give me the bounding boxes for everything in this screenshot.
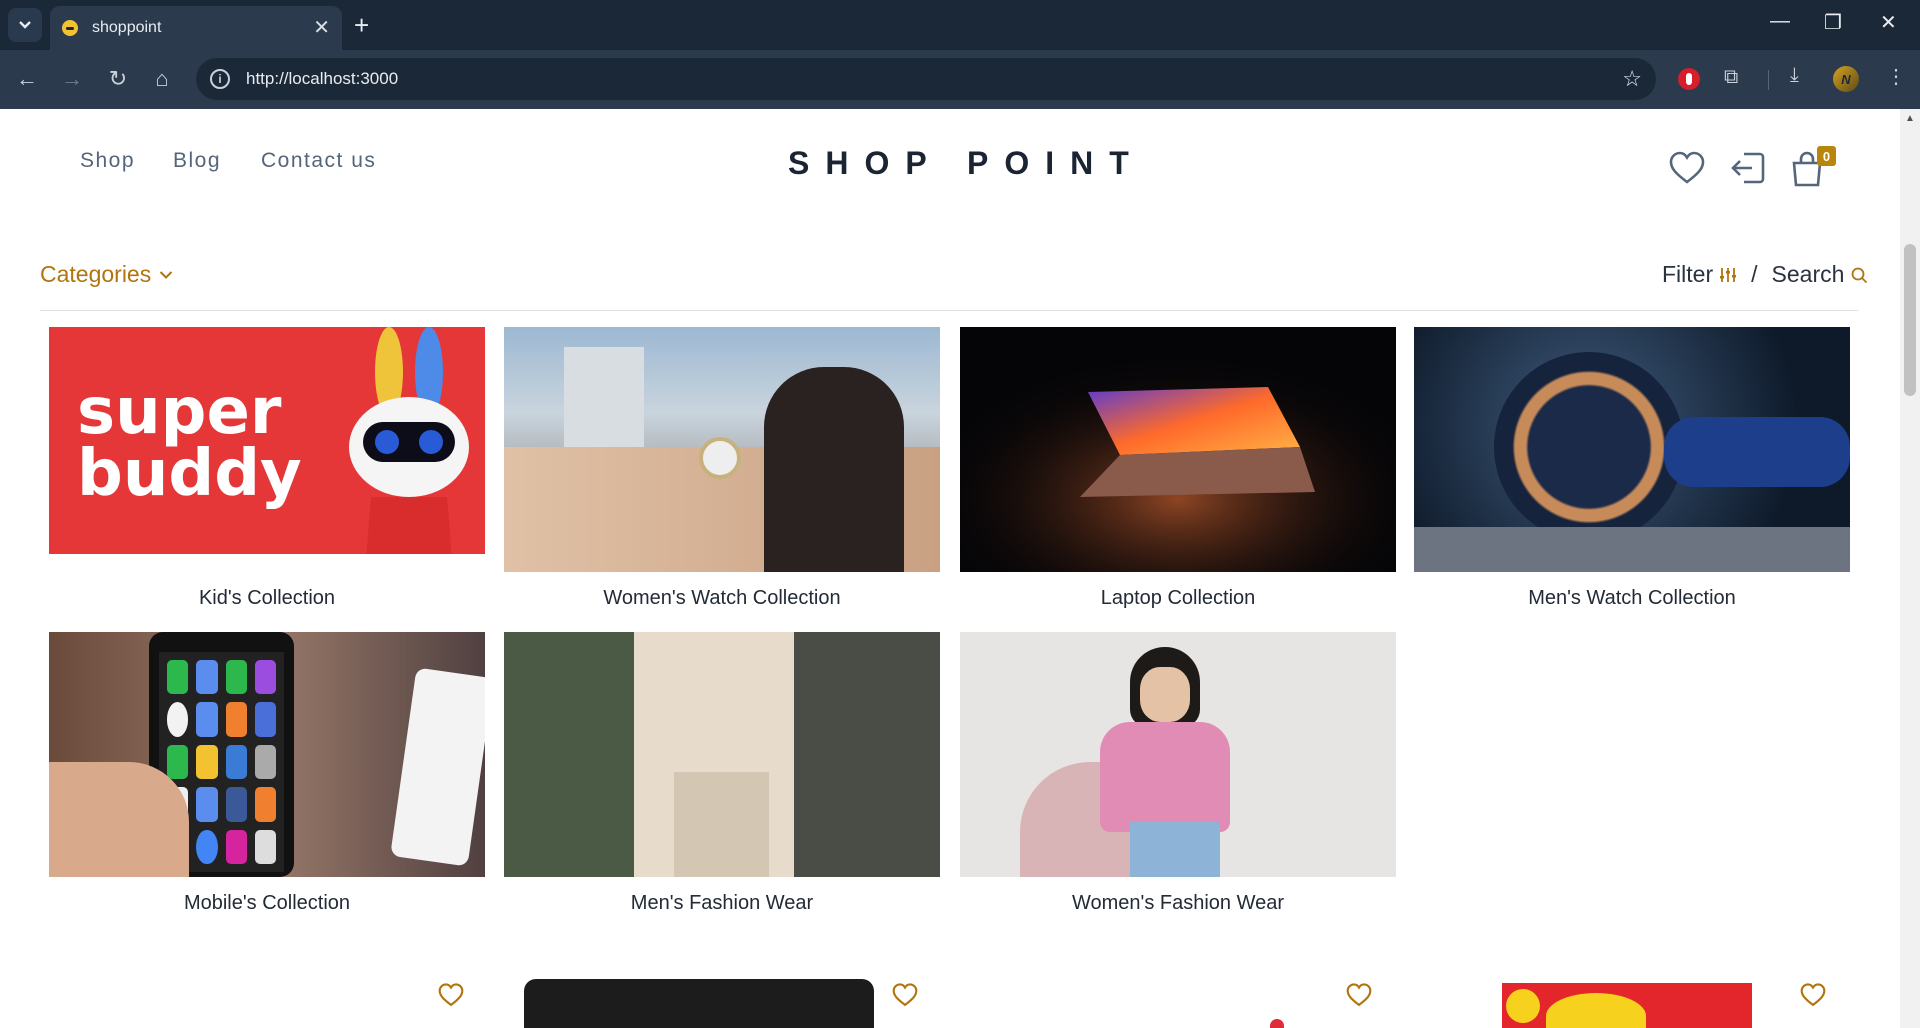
product-image-box[interactable] [1502, 983, 1752, 1028]
wishlist-heart-icon[interactable] [892, 983, 918, 1007]
login-icon[interactable] [1730, 151, 1766, 185]
collection-title[interactable]: Mobile's Collection [49, 892, 485, 915]
face-shape [1140, 667, 1190, 722]
wishlist-heart-icon[interactable] [438, 983, 464, 1007]
scroll-up-icon[interactable]: ▲ [1905, 113, 1915, 124]
collection-image-womens-watch[interactable] [504, 327, 940, 572]
collection-title[interactable]: Laptop Collection [960, 587, 1396, 610]
cart-count-badge: 0 [1817, 146, 1836, 166]
collection-image-womens-fashion[interactable] [960, 632, 1396, 877]
page-scrollbar[interactable]: ▲ [1900, 109, 1920, 1028]
filter-search-bar: Filter / Search [1662, 261, 1868, 288]
right-jacket-shape [794, 632, 940, 877]
wishlist-heart-icon[interactable] [1669, 151, 1705, 185]
product-image-tablet[interactable] [524, 979, 874, 1028]
section-divider [40, 310, 1858, 311]
collection-card-womens-fashion[interactable]: Women's Fashion Wear [960, 632, 1396, 915]
collection-card-kids[interactable]: super buddy Kid's Collection [49, 327, 485, 610]
skirt-shape [1130, 822, 1220, 877]
search-label[interactable]: Search [1772, 261, 1845, 288]
hand-shape [49, 762, 189, 877]
address-bar[interactable]: i http://localhost:3000 ☆ [196, 58, 1656, 100]
extensions-puzzle-icon[interactable]: ⧉ [1724, 66, 1738, 89]
collection-title[interactable]: Women's Watch Collection [504, 587, 940, 610]
collection-title[interactable]: Men's Watch Collection [1414, 587, 1850, 610]
collection-card-mens-watch[interactable]: Men's Watch Collection [1414, 327, 1850, 610]
pants-shape [674, 772, 769, 877]
filter-sliders-icon[interactable] [1719, 266, 1737, 284]
collection-card-mens-fashion[interactable]: Men's Fashion Wear [504, 632, 940, 915]
browser-tab[interactable]: shoppoint ✕ [50, 6, 342, 50]
product-image-partial[interactable] [1270, 1019, 1284, 1028]
site-logo[interactable]: SHOP POINT [788, 145, 1145, 182]
left-jacket-shape [504, 632, 654, 877]
url-text[interactable]: http://localhost:3000 [246, 69, 1622, 89]
favicon-icon [62, 20, 78, 36]
window-close-icon[interactable]: ✕ [1880, 10, 1897, 35]
collection-card-womens-watch[interactable]: Women's Watch Collection [504, 327, 940, 610]
gravel-shape [1414, 527, 1850, 572]
chevron-down-icon [19, 21, 31, 29]
filter-label[interactable]: Filter [1662, 261, 1713, 288]
watch-shape [699, 437, 741, 479]
scroll-thumb[interactable] [1904, 244, 1916, 396]
reload-icon[interactable]: ↻ [103, 65, 133, 93]
restore-icon[interactable]: ❐ [1824, 10, 1842, 35]
web-page: Shop Blog Contact us SHOP POINT 0 Catego… [0, 109, 1900, 1028]
collection-image-mobile[interactable] [49, 632, 485, 877]
collection-image-kids[interactable]: super buddy [49, 327, 485, 572]
browser-tab-bar: shoppoint ✕ + — ❐ ✕ [0, 0, 1920, 50]
product-badge-shape [1546, 993, 1646, 1028]
back-icon[interactable]: ← [12, 65, 42, 93]
collection-card-laptop[interactable]: Laptop Collection [960, 327, 1396, 610]
forward-icon[interactable]: → [57, 65, 87, 93]
collection-image-mens-watch[interactable] [1414, 327, 1850, 572]
collection-title[interactable]: Women's Fashion Wear [960, 892, 1396, 915]
hair-shape [764, 367, 904, 572]
nav-contact[interactable]: Contact us [261, 149, 376, 173]
tab-search-button[interactable] [8, 8, 42, 42]
super-buddy-logo: super buddy [77, 375, 302, 511]
nav-blog[interactable]: Blog [173, 149, 221, 173]
second-device-shape [390, 667, 485, 867]
collection-title[interactable]: Kid's Collection [49, 587, 485, 610]
categories-dropdown[interactable]: Categories [40, 261, 173, 288]
categories-label: Categories [40, 261, 152, 287]
toolbar-divider [1768, 70, 1769, 90]
browser-toolbar: ← → ↻ ⌂ i http://localhost:3000 ☆ [0, 50, 1920, 109]
wishlist-heart-icon[interactable] [1346, 983, 1372, 1007]
bookmark-star-icon[interactable]: ☆ [1622, 66, 1642, 92]
robot-bunny-illustration [349, 327, 469, 572]
download-icon[interactable]: ⤓ [1790, 64, 1799, 87]
chevron-down-icon [160, 270, 173, 279]
torn-edge [49, 554, 485, 572]
extension-red-icon[interactable] [1678, 68, 1700, 90]
close-icon[interactable]: ✕ [313, 18, 330, 38]
minimize-icon[interactable]: — [1770, 10, 1790, 33]
laptop-illustration [960, 327, 1396, 572]
collection-card-mobile[interactable]: Mobile's Collection [49, 632, 485, 915]
filter-search-divider: / [1751, 261, 1758, 287]
profile-avatar[interactable]: N [1833, 66, 1859, 92]
pink-jacket-shape [1100, 722, 1230, 832]
search-icon[interactable] [1850, 266, 1868, 284]
watch-strap-shape [1664, 417, 1850, 487]
menu-dots-icon[interactable]: ⋮ [1886, 64, 1906, 89]
wishlist-heart-icon[interactable] [1800, 983, 1826, 1007]
product-badge-shape [1506, 989, 1540, 1023]
collection-image-mens-fashion[interactable] [504, 632, 940, 877]
site-info-icon[interactable]: i [210, 69, 230, 89]
watch-face-shape [1494, 352, 1684, 542]
tab-title: shoppoint [92, 19, 162, 36]
collection-title[interactable]: Men's Fashion Wear [504, 892, 940, 915]
collection-image-laptop[interactable] [960, 327, 1396, 572]
new-tab-button[interactable]: + [354, 12, 369, 38]
nav-shop[interactable]: Shop [80, 149, 135, 173]
home-icon[interactable]: ⌂ [147, 65, 177, 93]
